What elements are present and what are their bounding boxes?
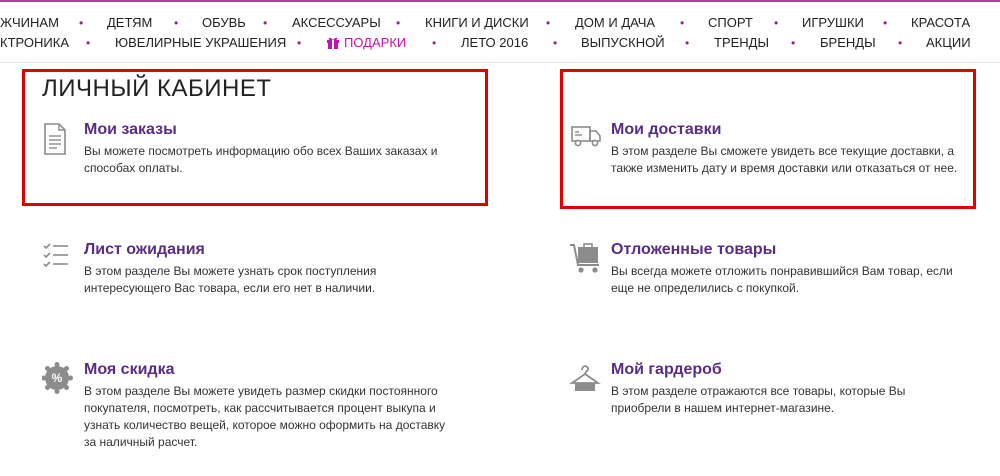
nav-item-shoes[interactable]: ОБУВЬ	[202, 14, 246, 32]
nav-item-kids[interactable]: ДЕТЯМ	[107, 14, 152, 32]
card-title[interactable]: Отложенные товары	[611, 241, 776, 259]
gift-icon	[327, 37, 339, 49]
nav-item-trends[interactable]: ТРЕНДЫ	[714, 34, 769, 52]
main-nav-row-1: ЖЧИНАМ • ДЕТЯМ • ОБУВЬ • АКСЕССУАРЫ • КН…	[0, 14, 1000, 32]
nav-separator: •	[263, 16, 268, 30]
nav-separator: •	[546, 16, 551, 30]
nav-separator: •	[86, 36, 91, 50]
nav-separator: •	[174, 16, 179, 30]
nav-item-jewelry[interactable]: ЮВЕЛИРНЫЕ УКРАШЕНИЯ	[115, 34, 286, 52]
nav-separator: •	[685, 36, 690, 50]
percent-icon: %	[42, 362, 73, 394]
document-icon	[44, 123, 66, 155]
nav-separator: •	[432, 36, 437, 50]
card-my-discount[interactable]: % Моя скидка В этом разделе Вы можете ув…	[42, 361, 462, 451]
nav-item-accessories[interactable]: АКСЕССУАРЫ	[292, 14, 381, 32]
checklist-icon	[43, 243, 68, 268]
card-my-deliveries[interactable]: Мои доставки В этом разделе Вы сможете у…	[569, 121, 969, 181]
card-description: В этом разделе отражаются все товары, ко…	[611, 384, 906, 415]
nav-item-men[interactable]: ЖЧИНАМ	[0, 14, 59, 32]
nav-item-home[interactable]: ДОМ И ДАЧА	[575, 14, 655, 32]
card-title[interactable]: Мои доставки	[611, 121, 721, 139]
card-description: Вы можете посмотреть информацию обо всех…	[84, 144, 438, 175]
card-wait-list[interactable]: Лист ожидания В этом разделе Вы можете у…	[42, 241, 462, 301]
nav-item-brands[interactable]: БРЕНДЫ	[820, 34, 876, 52]
nav-item-summer-2016[interactable]: ЛЕТО 2016	[461, 34, 528, 52]
nav-separator: •	[774, 16, 779, 30]
card-description: Вы всегда можете отложить понравившийся …	[611, 264, 953, 295]
nav-separator: •	[396, 16, 401, 30]
nav-item-gifts-label: ПОДАРКИ	[344, 35, 407, 50]
card-title[interactable]: Мои заказы	[84, 121, 177, 139]
nav-separator: •	[791, 36, 796, 50]
nav-item-sport[interactable]: СПОРТ	[708, 14, 753, 32]
card-title[interactable]: Мой гардероб	[611, 361, 722, 379]
main-nav-row-2: КТРОНИКА • ЮВЕЛИРНЫЕ УКРАШЕНИЯ • ПОДАРКИ…	[0, 34, 1000, 52]
nav-item-graduation[interactable]: ВЫПУСКНОЙ	[581, 34, 665, 52]
nav-separator: •	[79, 16, 84, 30]
nav-item-books[interactable]: КНИГИ И ДИСКИ	[425, 14, 529, 32]
nav-separator: •	[883, 16, 888, 30]
card-description: В этом разделе Вы можете узнать срок пос…	[84, 264, 377, 295]
nav-divider	[0, 62, 1000, 63]
card-my-wardrobe[interactable]: Мой гардероб В этом разделе отражаются в…	[569, 361, 969, 421]
nav-separator: •	[297, 36, 302, 50]
nav-item-electronics[interactable]: КТРОНИКА	[0, 34, 69, 52]
card-description: В этом разделе Вы можете увидеть размер …	[84, 384, 446, 449]
nav-separator: •	[680, 16, 685, 30]
card-title[interactable]: Моя скидка	[84, 361, 174, 379]
card-title[interactable]: Лист ожидания	[84, 241, 205, 259]
hanger-icon	[569, 365, 601, 391]
card-deferred-items[interactable]: Отложенные товары Вы всегда можете отлож…	[569, 241, 969, 301]
top-accent-line	[0, 0, 1000, 2]
nav-item-gifts[interactable]: ПОДАРКИ	[326, 34, 406, 52]
nav-item-sales[interactable]: АКЦИИ	[926, 34, 971, 52]
card-description: В этом разделе Вы сможете увидеть все те…	[611, 144, 958, 175]
nav-separator: •	[898, 36, 903, 50]
nav-item-toys[interactable]: ИГРУШКИ	[802, 14, 864, 32]
nav-separator: •	[553, 36, 558, 50]
svg-text:%: %	[52, 371, 63, 385]
truck-icon	[571, 126, 601, 147]
card-my-orders[interactable]: Мои заказы Вы можете посмотреть информац…	[42, 121, 462, 181]
cart-icon	[570, 243, 599, 273]
nav-item-beauty[interactable]: КРАСОТА	[911, 14, 970, 32]
